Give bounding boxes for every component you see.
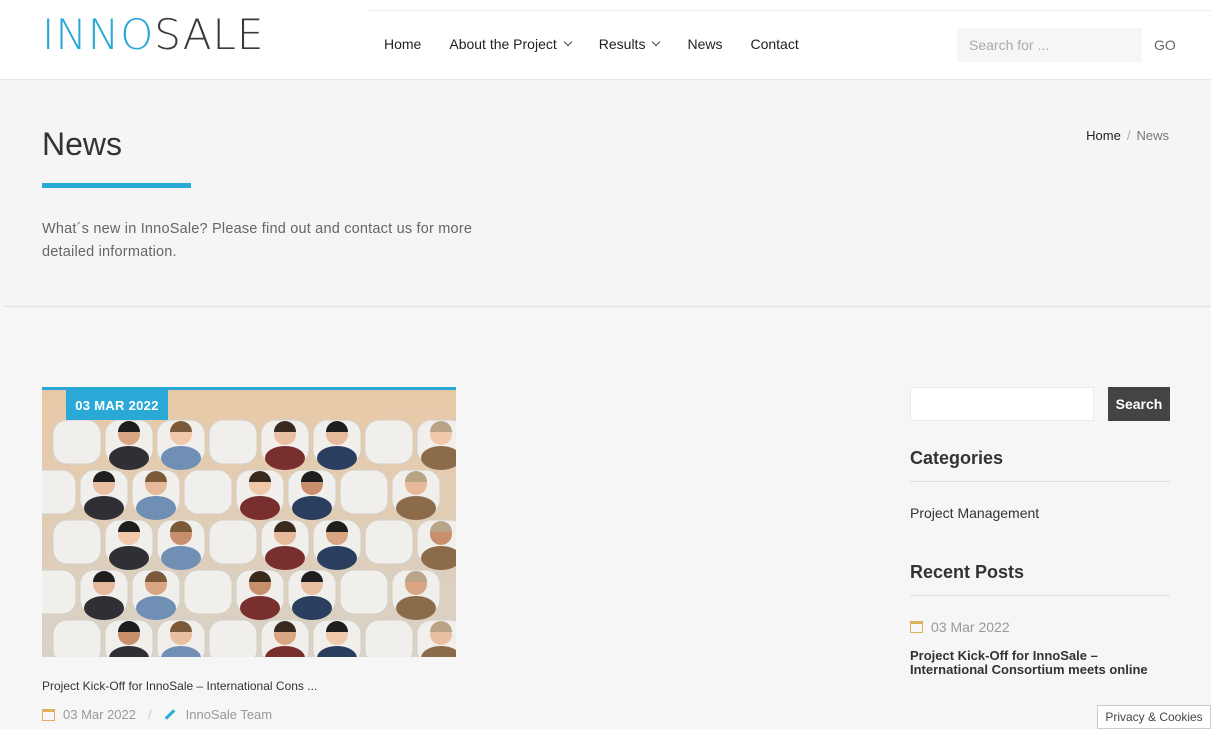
post-date-badge: 03 MAR 2022 xyxy=(66,390,168,420)
page-title: News xyxy=(42,126,123,162)
sidebar-search-input[interactable] xyxy=(910,387,1094,421)
post-meta: 03 Mar 2022 / InnoSale Team xyxy=(42,707,272,722)
nav-news-label: News xyxy=(687,36,723,52)
post-featured-image[interactable] xyxy=(42,387,456,657)
post-title-link[interactable]: Project Kick-Off for InnoSale – Internat… xyxy=(42,679,317,693)
privacy-cookies-button[interactable]: Privacy & Cookies xyxy=(1097,705,1211,729)
nav-results-label: Results xyxy=(598,36,646,52)
sidebar-search-button[interactable]: Search xyxy=(1108,387,1170,421)
nav-contact-label: Contact xyxy=(750,36,799,52)
header-search-input[interactable] xyxy=(957,28,1142,62)
breadcrumb-separator: / xyxy=(1126,128,1131,143)
post-author[interactable]: InnoSale Team xyxy=(186,707,273,722)
page-title-band xyxy=(4,81,1211,307)
site-header: INNOSALE Home About the Project Results … xyxy=(0,0,1211,80)
recent-post-link[interactable]: Project Kick-Off for InnoSale – Internat… xyxy=(910,649,1170,677)
chevron-down-icon xyxy=(652,37,661,47)
recent-posts-divider xyxy=(910,595,1170,596)
chevron-down-icon xyxy=(563,37,573,47)
categories-divider xyxy=(910,481,1170,482)
page-description: What´s new in InnoSale? Please find out … xyxy=(42,221,473,260)
main-nav: Home About the Project Results News Cont… xyxy=(384,36,827,52)
nav-divider xyxy=(368,10,1211,11)
nav-home-label: Home xyxy=(384,36,422,52)
meta-separator: / xyxy=(148,707,152,722)
recent-post-date-text: 03 Mar 2022 xyxy=(931,619,1010,635)
breadcrumb: Home / News xyxy=(1086,128,1169,143)
nav-about-label: About the Project xyxy=(449,36,557,52)
breadcrumb-home[interactable]: Home xyxy=(1086,128,1121,143)
title-underline xyxy=(42,183,191,188)
header-go-button[interactable]: GO xyxy=(1154,37,1176,53)
nav-news[interactable]: News xyxy=(687,36,722,52)
site-logo[interactable]: INNOSALE xyxy=(42,10,264,59)
nav-about-the-project[interactable]: About the Project xyxy=(449,36,573,52)
group-video-call-photo-icon xyxy=(42,390,456,657)
nav-home[interactable]: Home xyxy=(384,36,421,52)
recent-posts-title: Recent Posts xyxy=(910,562,1025,582)
recent-post-date: 03 Mar 2022 xyxy=(910,619,1010,635)
logo-light: INNO xyxy=(42,10,155,59)
pencil-icon xyxy=(164,709,175,720)
calendar-icon xyxy=(910,621,923,633)
breadcrumb-current: News xyxy=(1136,128,1169,143)
category-link-project-management[interactable]: Project Management xyxy=(910,505,1039,521)
nav-results[interactable]: Results xyxy=(598,36,661,52)
nav-contact[interactable]: Contact xyxy=(750,36,798,52)
calendar-icon xyxy=(42,708,55,721)
categories-title: Categories xyxy=(910,448,1004,468)
post-date: 03 Mar 2022 xyxy=(63,707,136,722)
logo-dark: SALE xyxy=(154,10,265,59)
